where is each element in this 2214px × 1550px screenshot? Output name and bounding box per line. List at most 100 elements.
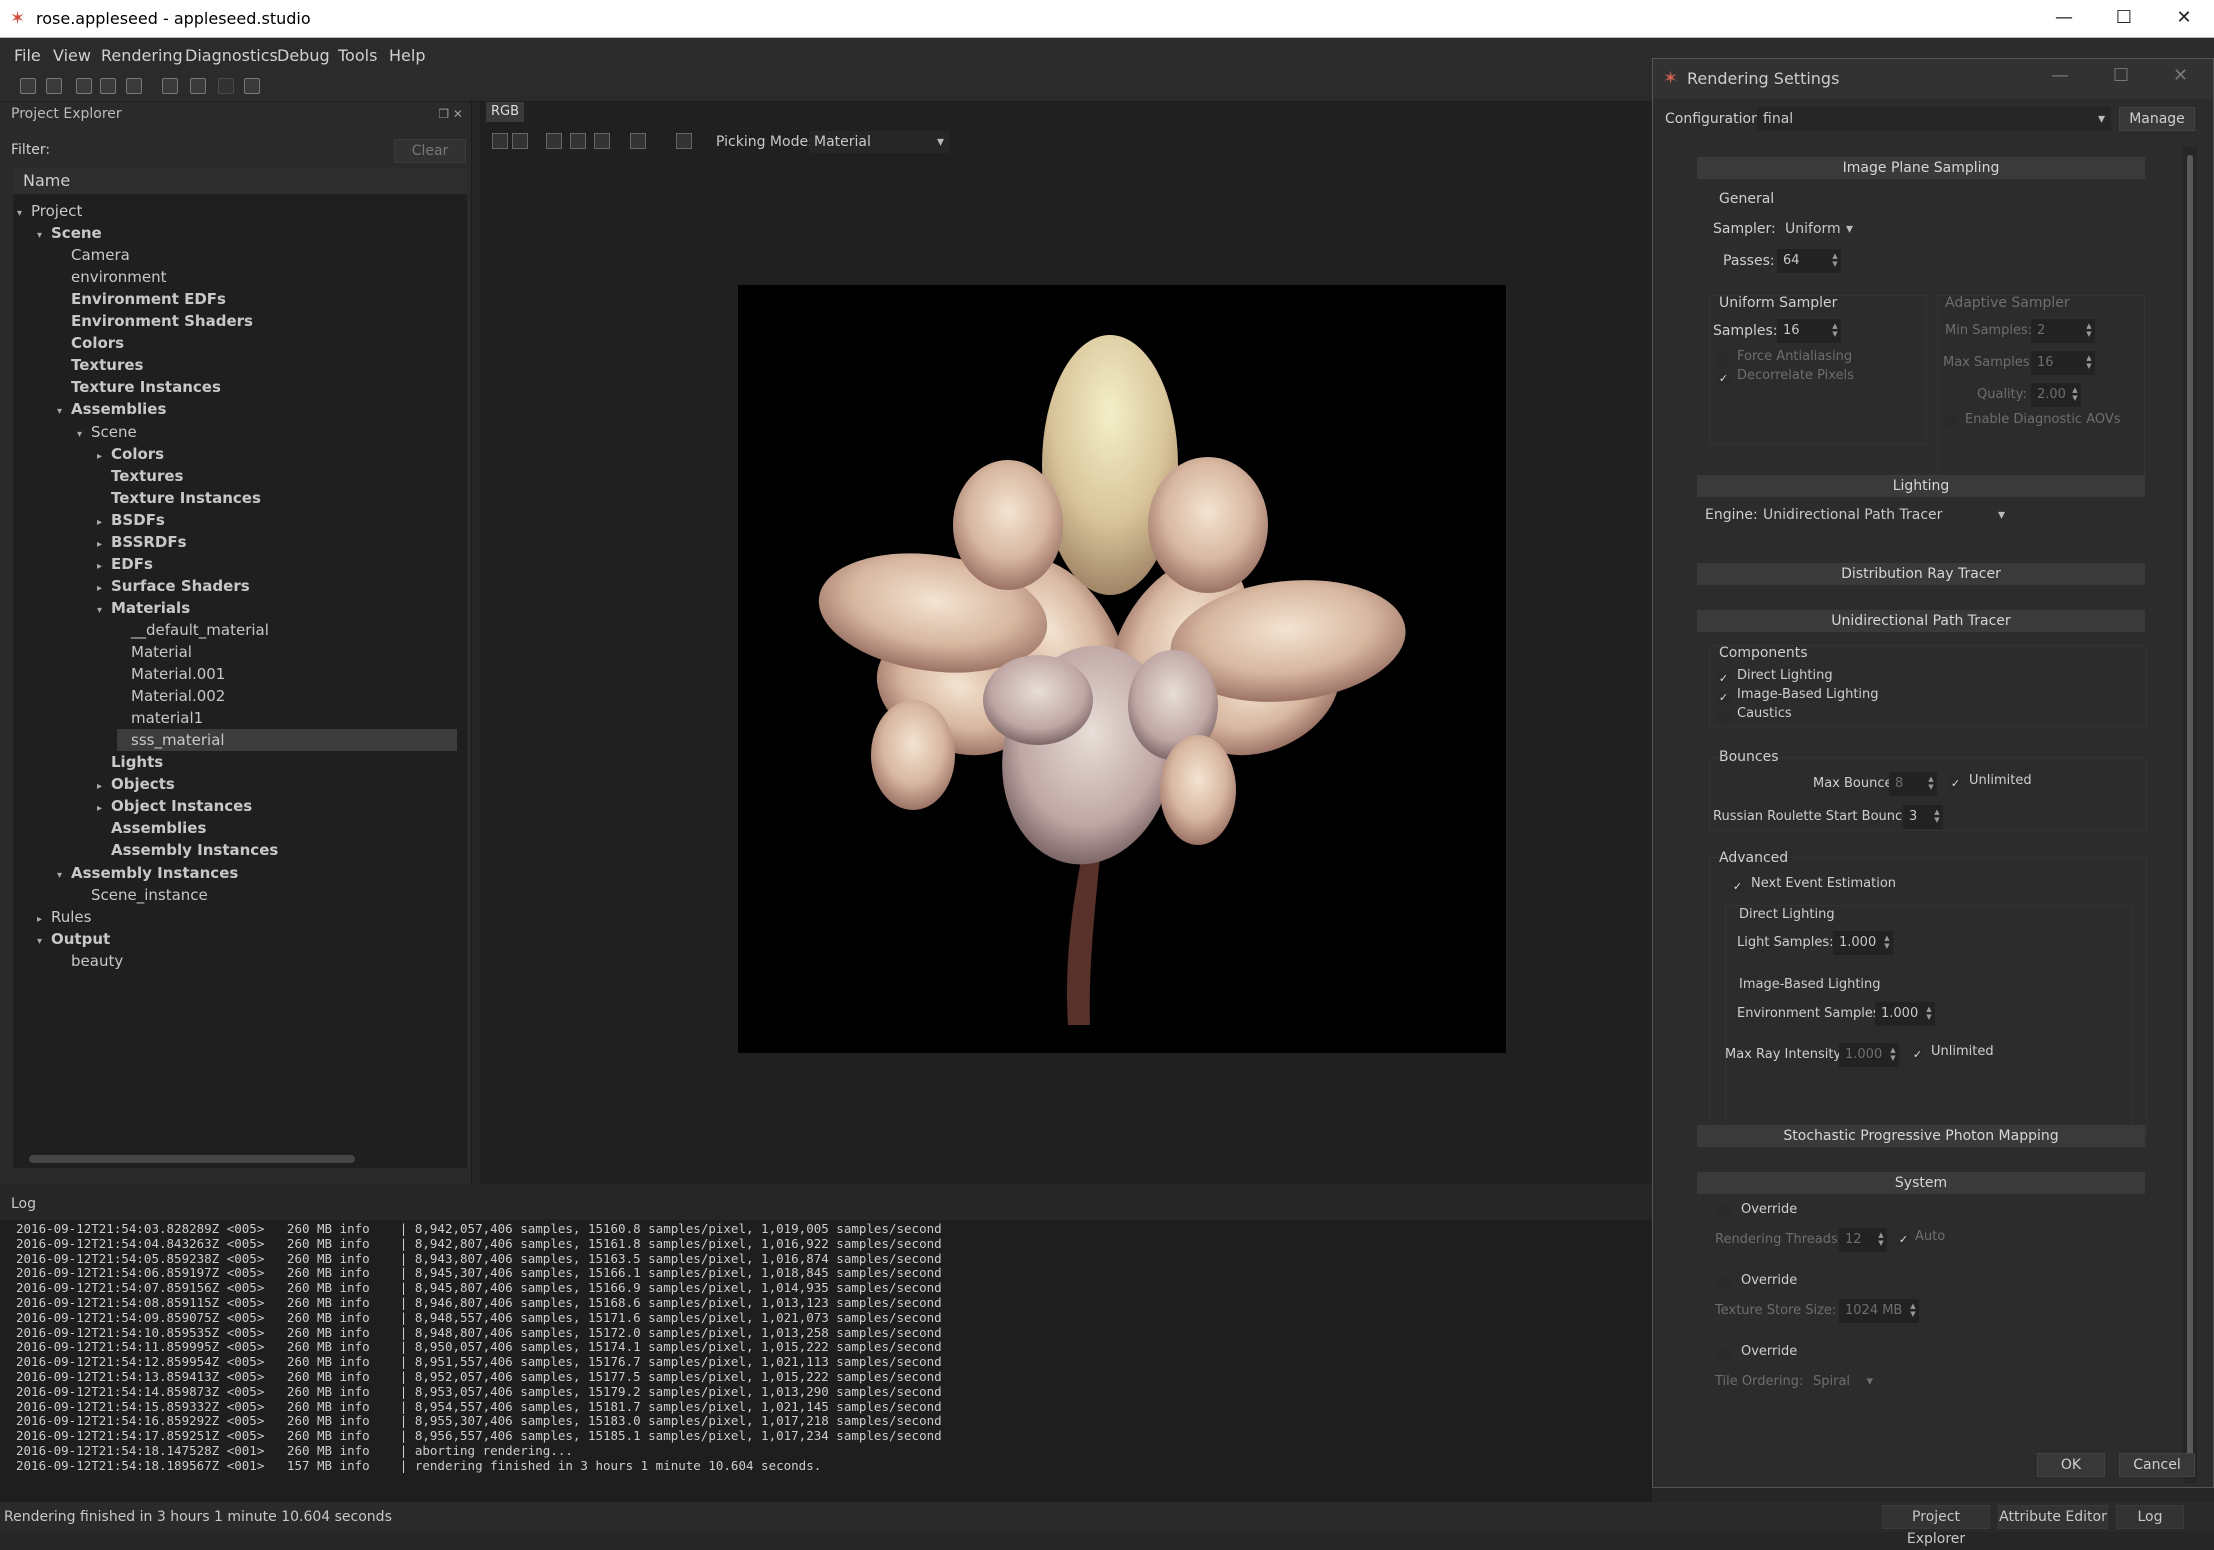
status-attribute-editor-button[interactable]: Attribute Editor bbox=[1998, 1505, 2108, 1529]
tree-item[interactable]: Texture Instances bbox=[97, 487, 261, 509]
save-project-icon[interactable] bbox=[76, 78, 92, 94]
spin-arrows-icon[interactable]: ▲ ▼ bbox=[1829, 319, 1841, 343]
start-final-render-icon[interactable] bbox=[190, 78, 206, 94]
tree-item[interactable]: ▸ Surface Shaders bbox=[97, 575, 250, 597]
tree-item[interactable]: ▾ Materials bbox=[97, 597, 190, 619]
tree-item[interactable]: Material.001 bbox=[117, 663, 225, 685]
passes-spinbox[interactable]: 64 ▲ ▼ bbox=[1777, 249, 1841, 273]
nee-checkbox[interactable]: ✓ bbox=[1731, 880, 1744, 893]
picking-icon[interactable] bbox=[676, 133, 692, 149]
reload-icon[interactable] bbox=[126, 78, 142, 94]
quality-spinbox[interactable]: 2.00 ▲ ▼ bbox=[2031, 383, 2081, 407]
clear-filter-button[interactable]: Clear bbox=[394, 139, 466, 163]
tree-item[interactable]: Material bbox=[117, 641, 192, 663]
tree-item[interactable]: ▾ Scene bbox=[77, 421, 137, 443]
force-antialiasing-checkbox[interactable] bbox=[1717, 353, 1730, 366]
new-project-icon[interactable] bbox=[20, 78, 36, 94]
tree-item[interactable]: Textures bbox=[57, 354, 143, 376]
menu-debug[interactable]: Debug bbox=[277, 46, 330, 65]
cancel-button[interactable]: Cancel bbox=[2119, 1453, 2195, 1477]
menu-view[interactable]: View bbox=[53, 46, 91, 65]
distribution-ray-tracer-header[interactable]: Distribution Ray Tracer bbox=[1697, 563, 2145, 585]
tree-item[interactable]: ▾ Scene bbox=[37, 222, 102, 244]
close-button[interactable]: ✕ bbox=[2154, 0, 2214, 38]
tree-item[interactable]: Textures bbox=[97, 465, 183, 487]
expanded-arrow-icon[interactable]: ▾ bbox=[37, 225, 51, 247]
samples-spinbox[interactable]: 16 ▲ ▼ bbox=[1777, 319, 1841, 343]
tree-item[interactable]: sss_material bbox=[117, 729, 457, 752]
menu-file[interactable]: File bbox=[14, 46, 41, 65]
tree-item[interactable]: Scene_instance bbox=[77, 884, 208, 906]
menu-rendering[interactable]: Rendering bbox=[101, 46, 183, 65]
expanded-arrow-icon[interactable]: ▾ bbox=[17, 203, 31, 225]
spin-arrows-icon[interactable]: ▲ ▼ bbox=[1907, 1299, 1919, 1323]
dialog-maximize-button[interactable]: ☐ bbox=[2113, 65, 2129, 86]
caustics-checkbox[interactable] bbox=[1717, 710, 1730, 723]
maximize-button[interactable]: ☐ bbox=[2094, 0, 2154, 38]
spin-arrows-icon[interactable]: ▲ ▼ bbox=[2083, 351, 2095, 375]
stop-render-icon[interactable] bbox=[218, 78, 234, 94]
tile-ordering-select[interactable]: Spiral ▾ bbox=[1809, 1370, 1877, 1394]
max-bounces-unlimited-checkbox[interactable]: ✓ bbox=[1949, 777, 1962, 790]
spin-arrows-icon[interactable]: ▲ ▼ bbox=[1931, 805, 1943, 829]
tree-item[interactable]: material1 bbox=[117, 707, 203, 729]
threads-auto-checkbox[interactable]: ✓ bbox=[1897, 1233, 1910, 1246]
tree-horizontal-scrollbar[interactable] bbox=[13, 1152, 467, 1166]
tree-item[interactable]: __default_material bbox=[117, 619, 269, 641]
dialog-close-button[interactable]: ✕ bbox=[2173, 65, 2188, 86]
rr-start-bounce-spinbox[interactable]: 3 ▲ ▼ bbox=[1903, 805, 1943, 829]
project-tree[interactable]: Name ▾ Project ▾ Scene Camera environment Envi… bbox=[13, 168, 467, 1168]
tree-item[interactable]: ▸ Objects bbox=[97, 773, 175, 795]
ok-button[interactable]: OK bbox=[2037, 1453, 2105, 1477]
dialog-minimize-button[interactable]: — bbox=[2051, 65, 2069, 86]
settings-icon[interactable] bbox=[244, 78, 260, 94]
render-image[interactable] bbox=[738, 285, 1506, 1053]
tree-item[interactable]: Environment Shaders bbox=[57, 310, 253, 332]
tree-item[interactable]: Colors bbox=[57, 332, 124, 354]
save-frame-icon[interactable] bbox=[492, 133, 508, 149]
tree-item[interactable]: Lights bbox=[97, 751, 163, 773]
sppm-header[interactable]: Stochastic Progressive Photon Mapping bbox=[1697, 1125, 2145, 1147]
dock-float-icon[interactable]: ❐ ✕ bbox=[438, 102, 463, 126]
env-samples-spinbox[interactable]: 1.000 ▲ ▼ bbox=[1875, 1002, 1935, 1026]
tree-item[interactable]: ▸ BSDFs bbox=[97, 509, 165, 531]
tree-item[interactable]: ▾ Project bbox=[17, 200, 82, 222]
tree-item[interactable]: ▸ BSSRDFs bbox=[97, 531, 187, 553]
threads-override-checkbox[interactable] bbox=[1717, 1205, 1730, 1218]
expanded-arrow-icon[interactable]: ▾ bbox=[57, 865, 71, 887]
open-project-icon[interactable] bbox=[46, 78, 62, 94]
max-bounces-spinbox[interactable]: 8 ▲ ▼ bbox=[1889, 772, 1937, 796]
expanded-arrow-icon[interactable]: ▾ bbox=[37, 931, 51, 953]
save-all-frames-icon[interactable] bbox=[512, 133, 528, 149]
ibl-checkbox[interactable]: ✓ bbox=[1717, 691, 1730, 704]
clear-crop-icon[interactable] bbox=[570, 133, 586, 149]
tree-item[interactable]: Environment EDFs bbox=[57, 288, 226, 310]
tree-item[interactable]: Material.002 bbox=[117, 685, 225, 707]
tree-column-header[interactable]: Name bbox=[13, 168, 467, 194]
max-samples-spinbox[interactable]: 16 ▲ ▼ bbox=[2031, 351, 2095, 375]
tree-item[interactable]: ▸ EDFs bbox=[97, 553, 153, 575]
sampler-select[interactable]: Uniform ▾ bbox=[1781, 217, 1857, 241]
expanded-arrow-icon[interactable]: ▾ bbox=[57, 401, 71, 423]
save-as-icon[interactable] bbox=[100, 78, 116, 94]
spin-arrows-icon[interactable]: ▲ ▼ bbox=[1881, 931, 1893, 955]
spin-arrows-icon[interactable]: ▲ ▼ bbox=[1887, 1043, 1899, 1067]
menu-help[interactable]: Help bbox=[389, 46, 425, 65]
configuration-select[interactable]: final ▾ bbox=[1757, 107, 2111, 131]
tree-item[interactable]: environment bbox=[57, 266, 167, 288]
start-render-icon[interactable] bbox=[162, 78, 178, 94]
menu-tools[interactable]: Tools bbox=[338, 46, 377, 65]
expanded-arrow-icon[interactable]: ▾ bbox=[77, 424, 91, 446]
spin-arrows-icon[interactable]: ▲ ▼ bbox=[1829, 249, 1841, 273]
scrollbar-thumb[interactable] bbox=[2187, 155, 2193, 1455]
tree-item[interactable]: ▸ Object Instances bbox=[97, 795, 252, 817]
reset-zoom-icon[interactable] bbox=[594, 133, 610, 149]
spin-arrows-icon[interactable]: ▲ ▼ bbox=[2083, 319, 2095, 343]
tree-item[interactable]: ▸ Colors bbox=[97, 443, 164, 465]
spin-arrows-icon[interactable]: ▲ ▼ bbox=[1923, 1002, 1935, 1026]
light-samples-spinbox[interactable]: 1.000 ▲ ▼ bbox=[1833, 931, 1893, 955]
diagnostic-aovs-checkbox[interactable] bbox=[1945, 416, 1958, 429]
tree-item[interactable]: ▾ Output bbox=[37, 928, 110, 950]
max-ray-unlimited-checkbox[interactable]: ✓ bbox=[1911, 1048, 1924, 1061]
log-output[interactable]: 2016-09-12T21:54:03.828289Z <005> 260 MB… bbox=[0, 1220, 1652, 1502]
